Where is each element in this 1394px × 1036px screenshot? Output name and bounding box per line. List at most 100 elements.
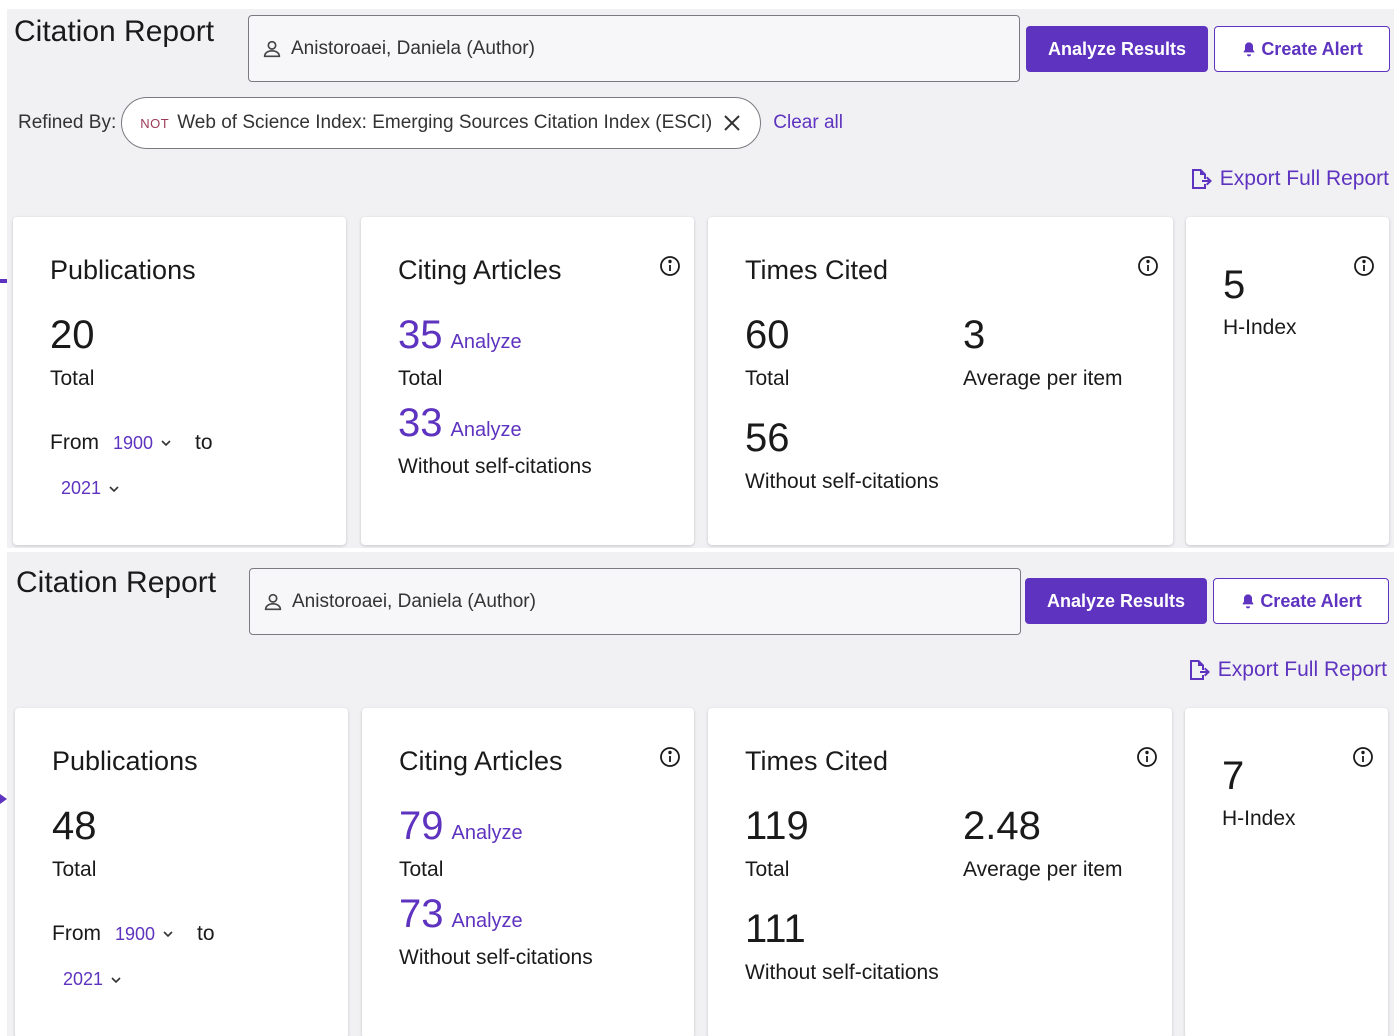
- times-cited-title: Times Cited: [745, 746, 889, 776]
- citation-report-panel-1: Citation Report Anistoroaei, Daniela (Au…: [7, 9, 1394, 548]
- analyze-results-button[interactable]: Analyze Results: [1026, 26, 1208, 72]
- times-cited-total: 119: [745, 804, 809, 848]
- citing-articles-without-self-row: 73 Analyze: [399, 892, 523, 937]
- publications-card: Publications 48 Total From 1900 to 2021: [15, 708, 348, 1036]
- publications-card: Publications 20 Total From 1900 to 2021: [13, 217, 346, 545]
- person-icon: [261, 38, 283, 60]
- from-label: From: [50, 431, 99, 454]
- from-year-value: 1900: [115, 923, 156, 944]
- citing-articles-without-self[interactable]: 33: [398, 401, 443, 445]
- close-icon[interactable]: [722, 113, 742, 133]
- refined-by-row: Refined By: NOT Web of Science Index: Em…: [18, 97, 843, 149]
- to-year-select[interactable]: 2021: [61, 478, 121, 499]
- from-year-value: 1900: [113, 432, 154, 453]
- refine-filter-chip: NOT Web of Science Index: Emerging Sourc…: [121, 97, 762, 149]
- times-cited-title: Times Cited: [745, 255, 889, 285]
- citing-articles-card: Citing Articles 35 Analyze Total 33 Analyz…: [361, 217, 694, 545]
- citing-articles-without-self[interactable]: 73: [399, 892, 444, 936]
- h-index-card: 7 H-Index: [1185, 708, 1388, 1036]
- times-cited-without-self: 56: [745, 416, 790, 460]
- search-query-field[interactable]: Anistoroaei, Daniela (Author): [248, 15, 1020, 82]
- info-icon[interactable]: [1353, 255, 1375, 277]
- bell-icon: [1241, 41, 1257, 57]
- search-query-text: Anistoroaei, Daniela (Author): [292, 590, 536, 612]
- citing-articles-without-self-row: 33 Analyze: [398, 401, 522, 446]
- create-alert-label: Create Alert: [1260, 590, 1362, 611]
- export-icon: [1186, 658, 1210, 682]
- to-year-select[interactable]: 2021: [63, 969, 123, 990]
- export-label: Export Full Report: [1217, 658, 1387, 681]
- analyze-link[interactable]: Analyze: [452, 910, 523, 932]
- citing-articles-total-row: 79 Analyze: [399, 804, 523, 849]
- publications-total: 20: [50, 313, 95, 357]
- search-query-text: Anistoroaei, Daniela (Author): [291, 37, 535, 59]
- export-full-report-link[interactable]: Export Full Report: [1188, 167, 1389, 191]
- citing-articles-total-row: 35 Analyze: [398, 313, 522, 358]
- publications-total-label: Total: [52, 858, 97, 881]
- to-label: to: [195, 431, 213, 454]
- edge-arrow-marker: [0, 794, 7, 804]
- from-year-select[interactable]: 1900: [115, 924, 175, 945]
- h-index-value: 7: [1222, 754, 1245, 798]
- info-icon[interactable]: [1352, 746, 1374, 768]
- citing-articles-card: Citing Articles 79 Analyze Total 73 Analyz…: [362, 708, 694, 1036]
- from-label: From: [52, 922, 101, 945]
- citing-articles-total-label: Total: [398, 367, 443, 390]
- chevron-down-icon: [159, 436, 173, 450]
- chevron-down-icon: [107, 482, 121, 496]
- to-year-value: 2021: [63, 969, 104, 989]
- times-cited-total: 60: [745, 313, 790, 357]
- citing-articles-total[interactable]: 79: [399, 804, 444, 848]
- export-icon: [1188, 167, 1212, 191]
- analyze-link[interactable]: Analyze: [452, 822, 523, 844]
- edge-marker: [0, 279, 7, 283]
- publications-title: Publications: [50, 255, 196, 285]
- h-index-label: H-Index: [1222, 807, 1296, 830]
- page-title: Citation Report: [16, 566, 217, 599]
- to-label: to: [197, 922, 215, 945]
- times-cited-without-self-label: Without self-citations: [745, 961, 939, 984]
- create-alert-button[interactable]: Create Alert: [1213, 578, 1389, 624]
- export-full-report-link[interactable]: Export Full Report: [1186, 658, 1387, 682]
- search-query-field[interactable]: Anistoroaei, Daniela (Author): [249, 568, 1021, 635]
- publications-total-label: Total: [50, 367, 95, 390]
- info-icon[interactable]: [659, 255, 681, 277]
- export-label: Export Full Report: [1219, 167, 1389, 190]
- citing-articles-without-self-label: Without self-citations: [398, 455, 592, 478]
- analyze-link[interactable]: Analyze: [451, 419, 522, 441]
- info-icon[interactable]: [1136, 746, 1158, 768]
- citation-report-panel-2: Citation Report Anistoroaei, Daniela (Au…: [7, 552, 1394, 1036]
- times-cited-average-label: Average per item: [963, 367, 1123, 390]
- info-icon[interactable]: [1137, 255, 1159, 277]
- chevron-down-icon: [109, 973, 123, 987]
- year-range-row: From 1900 to: [52, 922, 215, 946]
- times-cited-average: 2.48: [963, 804, 1041, 848]
- analyze-results-button[interactable]: Analyze Results: [1025, 578, 1207, 624]
- publications-title: Publications: [52, 746, 198, 776]
- times-cited-average: 3: [963, 313, 986, 357]
- times-cited-without-self-label: Without self-citations: [745, 470, 939, 493]
- person-icon: [262, 591, 284, 613]
- citing-articles-total-label: Total: [399, 858, 444, 881]
- citing-articles-total[interactable]: 35: [398, 313, 443, 357]
- citing-articles-without-self-label: Without self-citations: [399, 946, 593, 969]
- create-alert-label: Create Alert: [1261, 38, 1363, 59]
- refine-chip-text: Web of Science Index: Emerging Sources C…: [177, 112, 713, 133]
- citing-articles-title: Citing Articles: [399, 746, 563, 776]
- create-alert-button[interactable]: Create Alert: [1214, 26, 1390, 72]
- times-cited-average-label: Average per item: [963, 858, 1123, 881]
- citing-articles-title: Citing Articles: [398, 255, 562, 285]
- times-cited-total-label: Total: [745, 367, 790, 390]
- clear-all-link[interactable]: Clear all: [773, 112, 843, 134]
- times-cited-card: Times Cited 60 Total 3 Average per item …: [708, 217, 1173, 545]
- times-cited-without-self: 111: [745, 907, 806, 951]
- info-icon[interactable]: [659, 746, 681, 768]
- page-title: Citation Report: [14, 15, 215, 48]
- refined-by-label: Refined By:: [18, 112, 117, 133]
- analyze-link[interactable]: Analyze: [451, 331, 522, 353]
- year-range-row: From 1900 to: [50, 431, 213, 455]
- not-tag: NOT: [140, 115, 170, 131]
- from-year-select[interactable]: 1900: [113, 433, 173, 454]
- to-year-value: 2021: [61, 478, 102, 498]
- times-cited-card: Times Cited 119 Total 2.48 Average per i…: [708, 708, 1172, 1036]
